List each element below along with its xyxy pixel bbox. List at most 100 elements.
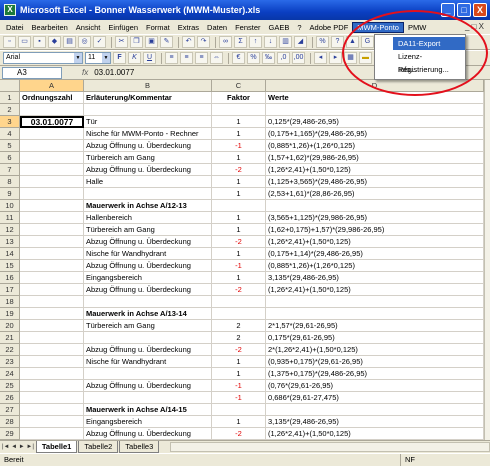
menu-einfügen[interactable]: Einfügen [104, 23, 142, 32]
cell-d[interactable]: (0,885*1,26)+(1,26*0,125) [266, 140, 484, 152]
drawing-icon[interactable]: ◢ [294, 36, 307, 48]
row-header[interactable]: 17 [0, 284, 20, 296]
hyperlink-icon[interactable]: ∞ [219, 36, 232, 48]
fx-icon[interactable]: fx [82, 68, 88, 77]
row-header[interactable]: 14 [0, 248, 20, 260]
cell-c[interactable]: -2 [212, 344, 266, 356]
cell-b[interactable]: Nische für Wandhydrant [84, 356, 212, 368]
cell-b[interactable]: Halle [84, 176, 212, 188]
name-box[interactable]: A3 [2, 66, 62, 79]
sheet-nav-arrows[interactable]: |◄ ◄ ► ►| [0, 444, 36, 450]
cell-b[interactable] [84, 392, 212, 404]
align-left-icon[interactable]: ≡ [165, 52, 178, 64]
cell-a[interactable] [20, 212, 84, 224]
chevron-down-icon[interactable]: ▼ [74, 53, 82, 63]
cell-a[interactable] [20, 284, 84, 296]
horizontal-scrollbar[interactable] [170, 442, 490, 452]
cell-c[interactable]: -2 [212, 164, 266, 176]
cell-c[interactable]: -1 [212, 140, 266, 152]
menu-bearbeiten[interactable]: Bearbeiten [28, 23, 72, 32]
menu-item-license-registration[interactable]: Lizenz-Registrierung... [395, 50, 465, 74]
cell-b[interactable]: Mauerwerk in Achse A/12-13 [84, 200, 212, 212]
cell-a[interactable] [20, 224, 84, 236]
cell-c[interactable]: 1 [212, 212, 266, 224]
chart-icon[interactable]: ▥ [279, 36, 292, 48]
cell-a[interactable] [20, 128, 84, 140]
row-header[interactable]: 10 [0, 200, 20, 212]
permission-icon[interactable]: ◆ [48, 36, 61, 48]
cell-b[interactable]: Erläuterung/Kommentar [84, 92, 212, 104]
row-header[interactable]: 13 [0, 236, 20, 248]
cell-c[interactable]: 1 [212, 188, 266, 200]
cell-c[interactable]: 1 [212, 224, 266, 236]
zoom-icon[interactable]: % [316, 36, 329, 48]
autosum-icon[interactable]: Σ [234, 36, 247, 48]
cell-c[interactable]: 1 [212, 128, 266, 140]
cell-a[interactable] [20, 320, 84, 332]
sort-asc-icon[interactable]: ↑ [249, 36, 262, 48]
cell-d[interactable]: (0,175+1,14)*(29,486-26,95) [266, 248, 484, 260]
cell-b[interactable]: Hallenbereich [84, 212, 212, 224]
cell-b[interactable]: Abzug Öffnung u. Überdeckung [84, 164, 212, 176]
cell-a[interactable] [20, 260, 84, 272]
cell-d[interactable]: (0,935+0,175)*(29,61-26,95) [266, 356, 484, 368]
cell-a[interactable] [20, 236, 84, 248]
vertical-scrollbar[interactable] [484, 80, 490, 440]
menu-extras[interactable]: Extras [174, 23, 203, 32]
document-window-controls[interactable]: _ □ X [465, 22, 484, 31]
cell-a[interactable] [20, 188, 84, 200]
fill-color-icon[interactable]: ▬ [359, 52, 372, 64]
minimize-button[interactable]: _ [441, 3, 455, 17]
cell-d[interactable]: (1,26*2,41)+(1,50*0,125) [266, 164, 484, 176]
formula-value[interactable]: 03.01.0077 [94, 68, 134, 77]
thousands-icon[interactable]: ‰ [262, 52, 275, 64]
cell-d[interactable] [266, 200, 484, 212]
sheet-tab-tabelle2[interactable]: Tabelle2 [78, 441, 119, 453]
font-size-combo[interactable]: 11 ▼ [85, 52, 111, 64]
row-header[interactable]: 9 [0, 188, 20, 200]
cell-a[interactable] [20, 152, 84, 164]
cell-c[interactable]: -1 [212, 380, 266, 392]
row-header[interactable]: 2 [0, 104, 20, 116]
increase-indent-icon[interactable]: ▸ [329, 52, 342, 64]
row-header[interactable]: 3 [0, 116, 20, 128]
cell-d[interactable] [266, 308, 484, 320]
undo-icon[interactable]: ↶ [182, 36, 195, 48]
cell-d[interactable]: 0,175*(29,61-26,95) [266, 332, 484, 344]
row-header[interactable]: 5 [0, 140, 20, 152]
menu-daten[interactable]: Daten [203, 23, 231, 32]
cell-b[interactable]: Abzug Öffnung u. Überdeckung [84, 236, 212, 248]
select-all-corner[interactable] [0, 80, 20, 92]
cell-c[interactable]: -1 [212, 260, 266, 272]
row-header[interactable]: 16 [0, 272, 20, 284]
row-header[interactable]: 23 [0, 356, 20, 368]
cell-b[interactable]: Tür [84, 116, 212, 128]
cell-a[interactable] [20, 404, 84, 416]
column-header-d[interactable]: D [266, 80, 484, 92]
sort-desc-icon[interactable]: ↓ [264, 36, 277, 48]
cell-a[interactable] [20, 176, 84, 188]
cell-b[interactable]: Abzug Öffnung u. Überdeckung [84, 140, 212, 152]
cell-c[interactable]: 1 [212, 116, 266, 128]
increase-decimal-icon[interactable]: ,0 [277, 52, 290, 64]
copy-icon[interactable]: ❐ [130, 36, 143, 48]
cell-d[interactable] [266, 404, 484, 416]
cell-b[interactable]: Nische für Wandhydrant [84, 248, 212, 260]
row-header[interactable]: 4 [0, 128, 20, 140]
cell-b[interactable]: Eingangsbereich [84, 272, 212, 284]
cell-a[interactable] [20, 308, 84, 320]
cell-d[interactable] [266, 296, 484, 308]
row-header[interactable]: 29 [0, 428, 20, 440]
cell-c[interactable]: 1 [212, 176, 266, 188]
row-header[interactable]: 21 [0, 332, 20, 344]
cell-c[interactable]: -1 [212, 392, 266, 404]
align-right-icon[interactable]: ≡ [195, 52, 208, 64]
menu-fenster[interactable]: Fenster [231, 23, 264, 32]
align-center-icon[interactable]: ≡ [180, 52, 193, 64]
row-header[interactable]: 15 [0, 260, 20, 272]
cell-a[interactable] [20, 272, 84, 284]
cell-d[interactable]: (0,175+1,165)*(29,486-26,95) [266, 128, 484, 140]
underline-button[interactable]: U [143, 52, 156, 64]
cell-d[interactable]: (1,57+1,62)*(29,986-26,95) [266, 152, 484, 164]
cell-b[interactable]: Abzug Öffnung u. Überdeckung [84, 260, 212, 272]
